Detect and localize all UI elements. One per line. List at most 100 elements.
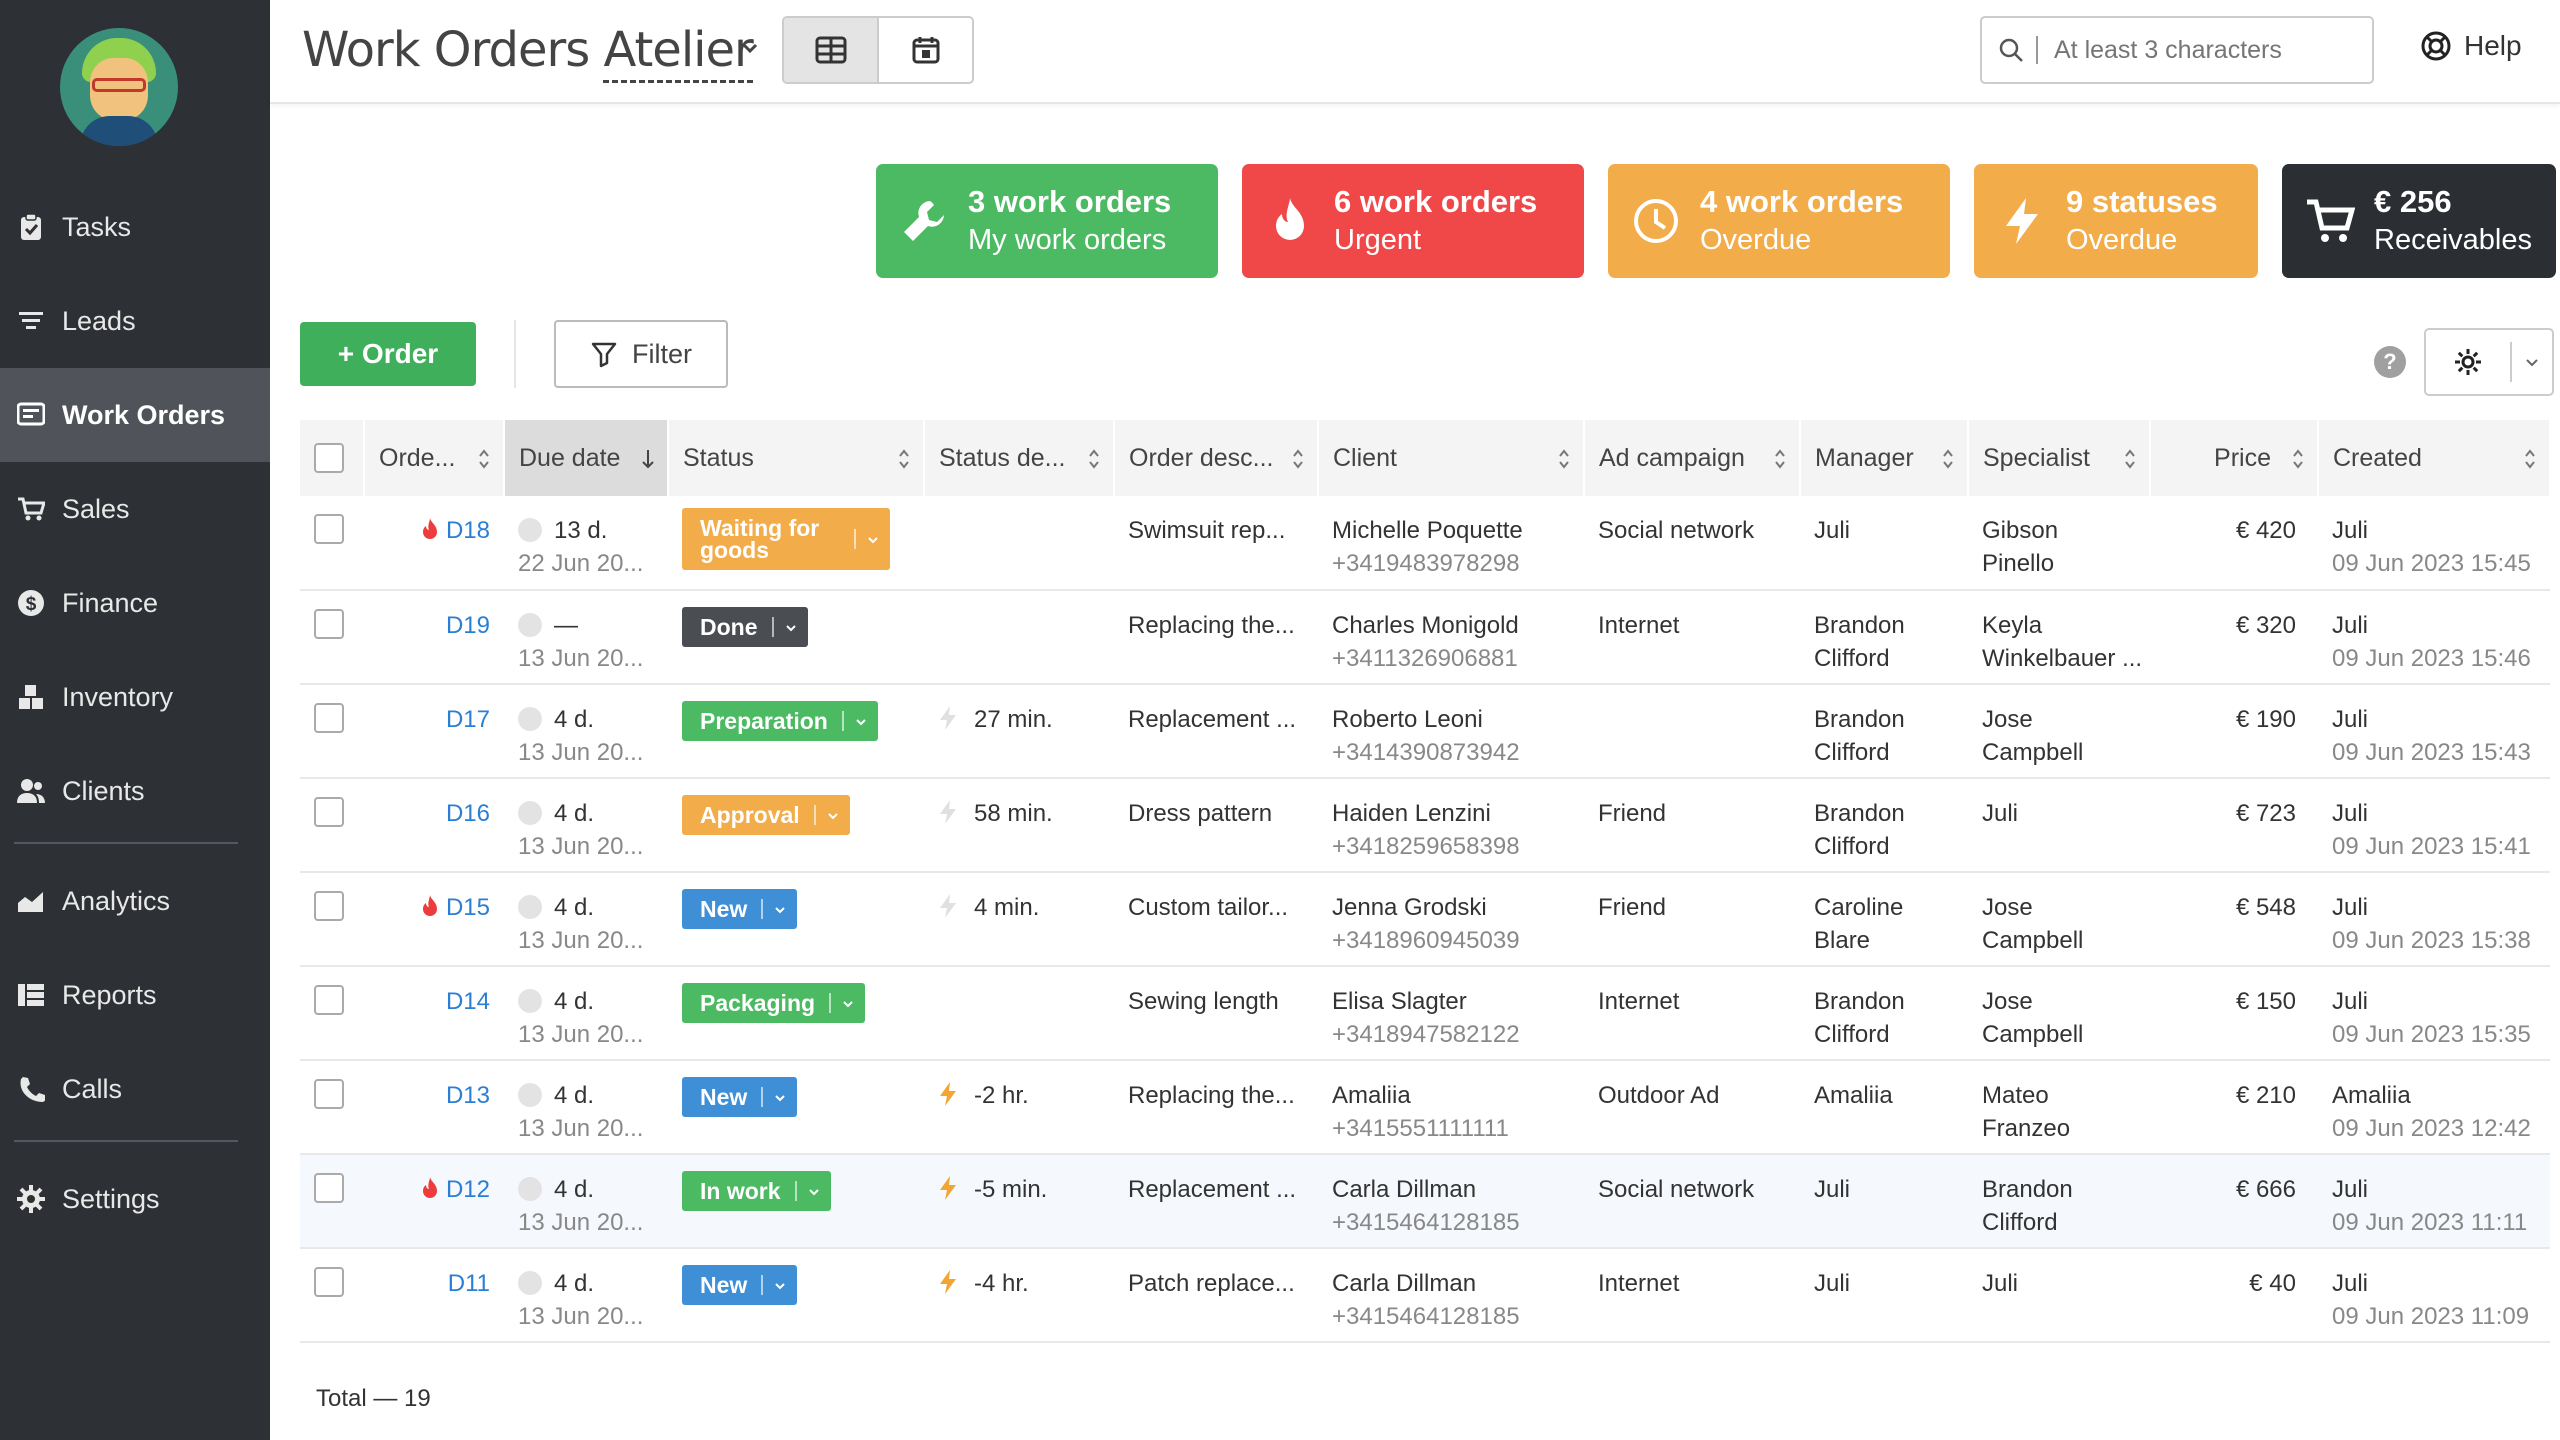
order-number-link[interactable]: D16 bbox=[446, 800, 490, 827]
column-header[interactable]: Due date bbox=[504, 420, 669, 496]
card-subtitle: My work orders bbox=[968, 224, 1167, 256]
column-header[interactable]: Status de... bbox=[924, 420, 1115, 496]
row-select-cell bbox=[300, 1154, 364, 1249]
search-input[interactable] bbox=[2054, 35, 2334, 65]
column-header[interactable]: Price bbox=[2150, 420, 2319, 496]
row-checkbox[interactable] bbox=[314, 797, 344, 827]
column-header[interactable]: Created bbox=[2318, 420, 2551, 496]
table-row[interactable]: D13 4 d. 13 Jun 20... New -2 hr. Replacin… bbox=[300, 1060, 2550, 1155]
row-checkbox[interactable] bbox=[314, 1173, 344, 1203]
sidebar-item-leads[interactable]: Leads bbox=[0, 274, 270, 368]
client-name: Carla Dillman bbox=[1332, 1176, 1477, 1203]
client-phone: +3415464128185 bbox=[1332, 1303, 1520, 1330]
column-header[interactable]: Ad campaign bbox=[1584, 420, 1801, 496]
manager-cell: Juli bbox=[1800, 1154, 1968, 1249]
status-dropdown[interactable]: Approval bbox=[682, 795, 850, 835]
order-number-link[interactable]: D17 bbox=[446, 706, 490, 733]
ad-campaign: Friend bbox=[1598, 894, 1667, 921]
sort-icon bbox=[1557, 448, 1571, 477]
calendar-view-button[interactable] bbox=[879, 18, 972, 82]
sidebar-item-work-orders[interactable]: Work Orders bbox=[0, 368, 270, 462]
row-checkbox[interactable] bbox=[314, 609, 344, 639]
column-header-label: Orde... bbox=[379, 443, 456, 472]
summary-card[interactable]: 4 work orders Overdue bbox=[1608, 164, 1950, 278]
sidebar-item-calls[interactable]: Calls bbox=[0, 1042, 270, 1136]
sidebar-item-sales[interactable]: Sales bbox=[0, 462, 270, 556]
row-checkbox[interactable] bbox=[314, 891, 344, 921]
status-cell: Done bbox=[668, 590, 924, 685]
help-button[interactable]: Help bbox=[2420, 30, 2522, 62]
question-icon[interactable]: ? bbox=[2374, 346, 2406, 378]
sidebar-item-tasks[interactable]: Tasks bbox=[0, 180, 270, 274]
order-number-link[interactable]: D14 bbox=[446, 988, 490, 1015]
column-header[interactable]: Client bbox=[1318, 420, 1585, 496]
select-all-checkbox[interactable] bbox=[314, 443, 344, 473]
order-description: Replacement ... bbox=[1128, 1176, 1297, 1203]
status-dropdown[interactable]: New bbox=[682, 1265, 798, 1305]
row-checkbox[interactable] bbox=[314, 703, 344, 733]
table-row[interactable]: D15 4 d. 13 Jun 20... New 4 min. Custom t… bbox=[300, 872, 2550, 967]
table-row[interactable]: D17 4 d. 13 Jun 20... Preparation 27 min.… bbox=[300, 684, 2550, 779]
filter-button[interactable]: Filter bbox=[554, 320, 728, 388]
sidebar-item-analytics[interactable]: Analytics bbox=[0, 854, 270, 948]
table-row[interactable]: D12 4 d. 13 Jun 20... In work -5 min. Rep… bbox=[300, 1154, 2550, 1249]
chevron-down-icon bbox=[2526, 359, 2538, 367]
order-number-link[interactable]: D19 bbox=[446, 612, 490, 639]
row-checkbox[interactable] bbox=[314, 1079, 344, 1109]
header: Work Orders Atelier Help bbox=[270, 0, 2560, 104]
status-dropdown[interactable]: Preparation bbox=[682, 701, 878, 741]
specialist-cell: Keyla Winkelbauer ... bbox=[1968, 590, 2150, 685]
summary-card[interactable]: 3 work orders My work orders bbox=[876, 164, 1218, 278]
status-dropdown[interactable]: Done bbox=[682, 607, 808, 647]
table-row[interactable]: D18 13 d. 22 Jun 20... Waiting for goods … bbox=[300, 496, 2550, 591]
table-row[interactable]: D16 4 d. 13 Jun 20... Approval 58 min. Dr… bbox=[300, 778, 2550, 873]
due-date-cell: — 13 Jun 20... bbox=[504, 590, 668, 685]
order-number-link[interactable]: D12 bbox=[446, 1176, 490, 1203]
table-settings-button[interactable] bbox=[2424, 328, 2554, 396]
chevron-down-icon[interactable] bbox=[738, 36, 762, 60]
sidebar-item-reports[interactable]: Reports bbox=[0, 948, 270, 1042]
row-checkbox[interactable] bbox=[314, 985, 344, 1015]
row-select-cell bbox=[300, 872, 364, 967]
specialist-cell: Jose Campbell bbox=[1968, 872, 2150, 967]
table-row[interactable]: D14 4 d. 13 Jun 20... Packaging Sewing le… bbox=[300, 966, 2550, 1061]
sidebar-item-inventory[interactable]: Inventory bbox=[0, 650, 270, 744]
status-dropdown[interactable]: Waiting for goods bbox=[682, 508, 890, 570]
column-header[interactable]: Manager bbox=[1800, 420, 1969, 496]
summary-card[interactable]: 9 statuses Overdue bbox=[1974, 164, 2258, 278]
order-number-link[interactable]: D15 bbox=[446, 894, 490, 921]
created-by: Juli bbox=[2332, 894, 2369, 921]
created-by: Juli bbox=[2332, 1176, 2369, 1203]
summary-card[interactable]: € 256 Receivables bbox=[2282, 164, 2556, 278]
specialist-first: Keyla bbox=[1982, 612, 2043, 639]
sidebar-item-clients[interactable]: Clients bbox=[0, 744, 270, 838]
price-cell: € 548 bbox=[2150, 872, 2318, 967]
sidebar-item-settings[interactable]: Settings bbox=[0, 1152, 270, 1246]
filter-label: Filter bbox=[632, 338, 692, 369]
table-row[interactable]: D19 —13 Jun 20... Done Replacing the... … bbox=[300, 590, 2550, 685]
row-checkbox[interactable] bbox=[314, 1267, 344, 1297]
status-dropdown[interactable]: New bbox=[682, 1077, 798, 1117]
table-view-button[interactable] bbox=[784, 18, 879, 82]
status-dropdown[interactable]: Packaging bbox=[682, 983, 866, 1023]
order-number-link[interactable]: D11 bbox=[448, 1270, 490, 1297]
status-dropdown[interactable]: New bbox=[682, 889, 798, 929]
row-checkbox[interactable] bbox=[314, 514, 344, 544]
bolt-icon bbox=[938, 705, 962, 740]
order-number-link[interactable]: D13 bbox=[446, 1082, 490, 1109]
avatar[interactable] bbox=[60, 28, 178, 146]
column-header[interactable]: Status bbox=[668, 420, 925, 496]
ad-campaign: Friend bbox=[1598, 800, 1667, 827]
column-header[interactable]: Specialist bbox=[1968, 420, 2151, 496]
table-row[interactable]: D11 4 d. 13 Jun 20... New -4 hr. Patch re… bbox=[300, 1248, 2550, 1343]
summary-card[interactable]: 6 work orders Urgent bbox=[1242, 164, 1584, 278]
status-dropdown[interactable]: In work bbox=[682, 1171, 831, 1211]
add-order-button[interactable]: + Order bbox=[300, 322, 476, 386]
order-number-link[interactable]: D18 bbox=[446, 517, 490, 544]
column-header[interactable]: Order desc... bbox=[1114, 420, 1319, 496]
sidebar-item-finance[interactable]: $ Finance bbox=[0, 556, 270, 650]
workspace-selector[interactable]: Atelier bbox=[603, 22, 754, 83]
price: € 190 bbox=[2235, 706, 2296, 733]
column-header[interactable]: Orde... bbox=[364, 420, 505, 496]
card-subtitle: Urgent bbox=[1334, 224, 1422, 256]
